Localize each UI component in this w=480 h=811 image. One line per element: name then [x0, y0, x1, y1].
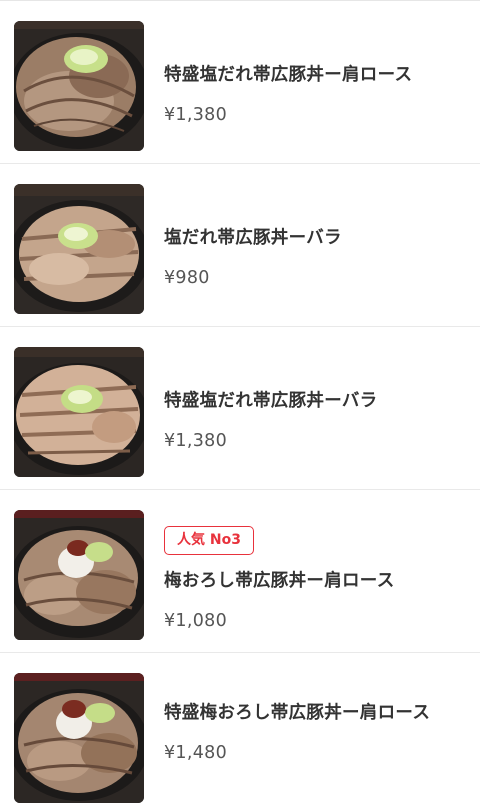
menu-item-name: 特盛塩だれ帯広豚丼ーバラ: [164, 391, 378, 411]
menu-item-name: 塩だれ帯広豚丼ーバラ: [164, 228, 342, 248]
menu-list: 特盛塩だれ帯広豚丼ー肩ロース ¥1,380 塩だれ帯広豚丼ーバラ ¥980 特盛…: [0, 0, 480, 811]
menu-item-price: ¥1,380: [164, 105, 228, 125]
menu-item-photo: [14, 21, 144, 151]
menu-item-price: ¥1,380: [164, 431, 228, 451]
menu-item[interactable]: 人気 No3 梅おろし帯広豚丼ー肩ロース ¥1,080: [0, 490, 480, 653]
menu-item[interactable]: 特盛梅おろし帯広豚丼ー肩ロース ¥1,480: [0, 653, 480, 811]
menu-item-price: ¥980: [164, 268, 210, 288]
popularity-badge: 人気 No3: [164, 526, 254, 555]
menu-item-name: 特盛塩だれ帯広豚丼ー肩ロース: [164, 65, 413, 85]
menu-item-price: ¥1,080: [164, 611, 228, 631]
menu-item-name: 梅おろし帯広豚丼ー肩ロース: [164, 571, 395, 591]
menu-item-photo: [14, 347, 144, 477]
menu-item[interactable]: 特盛塩だれ帯広豚丼ー肩ロース ¥1,380: [0, 1, 480, 164]
menu-item-name: 特盛梅おろし帯広豚丼ー肩ロース: [164, 703, 431, 723]
menu-item-photo: [14, 673, 144, 803]
menu-item-photo: [14, 184, 144, 314]
menu-item[interactable]: 特盛塩だれ帯広豚丼ーバラ ¥1,380: [0, 327, 480, 490]
menu-item-photo: [14, 510, 144, 640]
menu-item-price: ¥1,480: [164, 743, 228, 763]
menu-item[interactable]: 塩だれ帯広豚丼ーバラ ¥980: [0, 164, 480, 327]
